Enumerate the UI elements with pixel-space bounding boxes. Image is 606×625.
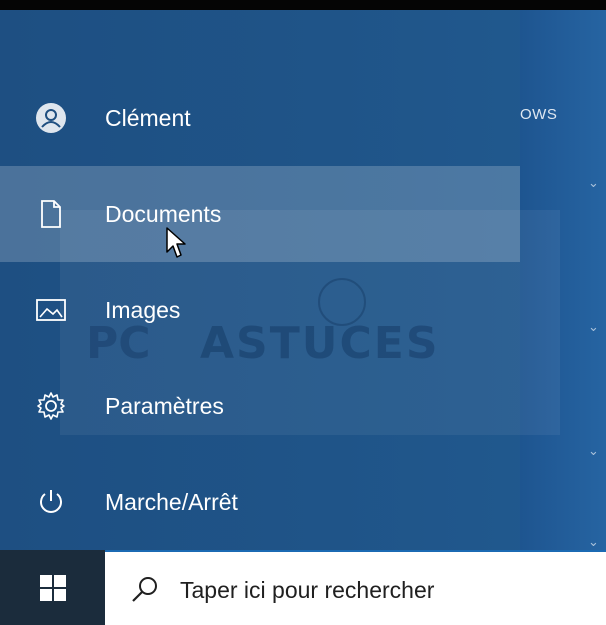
screenshot-frame: OWS ⌄ ⌄ ⌄ ⌄ PC ASTUCES Clément Documents bbox=[0, 0, 606, 625]
menu-item-documents[interactable]: Documents bbox=[0, 166, 520, 262]
chevron-down-icon[interactable]: ⌄ bbox=[588, 320, 602, 334]
chevron-down-icon[interactable]: ⌄ bbox=[588, 535, 602, 549]
chevron-down-icon[interactable]: ⌄ bbox=[588, 444, 602, 458]
menu-item-label: Paramètres bbox=[105, 393, 224, 419]
menu-item-settings[interactable]: Paramètres bbox=[0, 358, 520, 454]
document-icon bbox=[34, 197, 68, 231]
image-icon bbox=[34, 293, 68, 327]
chevron-down-icon[interactable]: ⌄ bbox=[588, 176, 602, 190]
menu-item-label: Clément bbox=[105, 105, 191, 131]
menu-item-label: Documents bbox=[105, 201, 222, 227]
power-icon bbox=[34, 485, 68, 519]
tiles-header-fragment: OWS bbox=[520, 106, 558, 123]
user-avatar-icon bbox=[34, 101, 68, 135]
search-placeholder: Taper ici pour rechercher bbox=[180, 577, 435, 603]
menu-item-label: Images bbox=[105, 297, 181, 323]
top-edge bbox=[0, 0, 606, 10]
windows-logo-icon bbox=[39, 574, 66, 601]
menu-item-images[interactable]: Images bbox=[0, 262, 520, 358]
menu-item-user[interactable]: Clément bbox=[0, 70, 520, 166]
menu-item-label: Marche/Arrêt bbox=[105, 489, 238, 515]
search-icon bbox=[132, 577, 157, 602]
search-box[interactable]: Taper ici pour rechercher bbox=[105, 550, 606, 625]
mouse-cursor-icon bbox=[166, 227, 186, 258]
gear-icon bbox=[34, 389, 68, 423]
start-button[interactable] bbox=[0, 550, 105, 625]
menu-item-power[interactable]: Marche/Arrêt bbox=[0, 454, 520, 550]
